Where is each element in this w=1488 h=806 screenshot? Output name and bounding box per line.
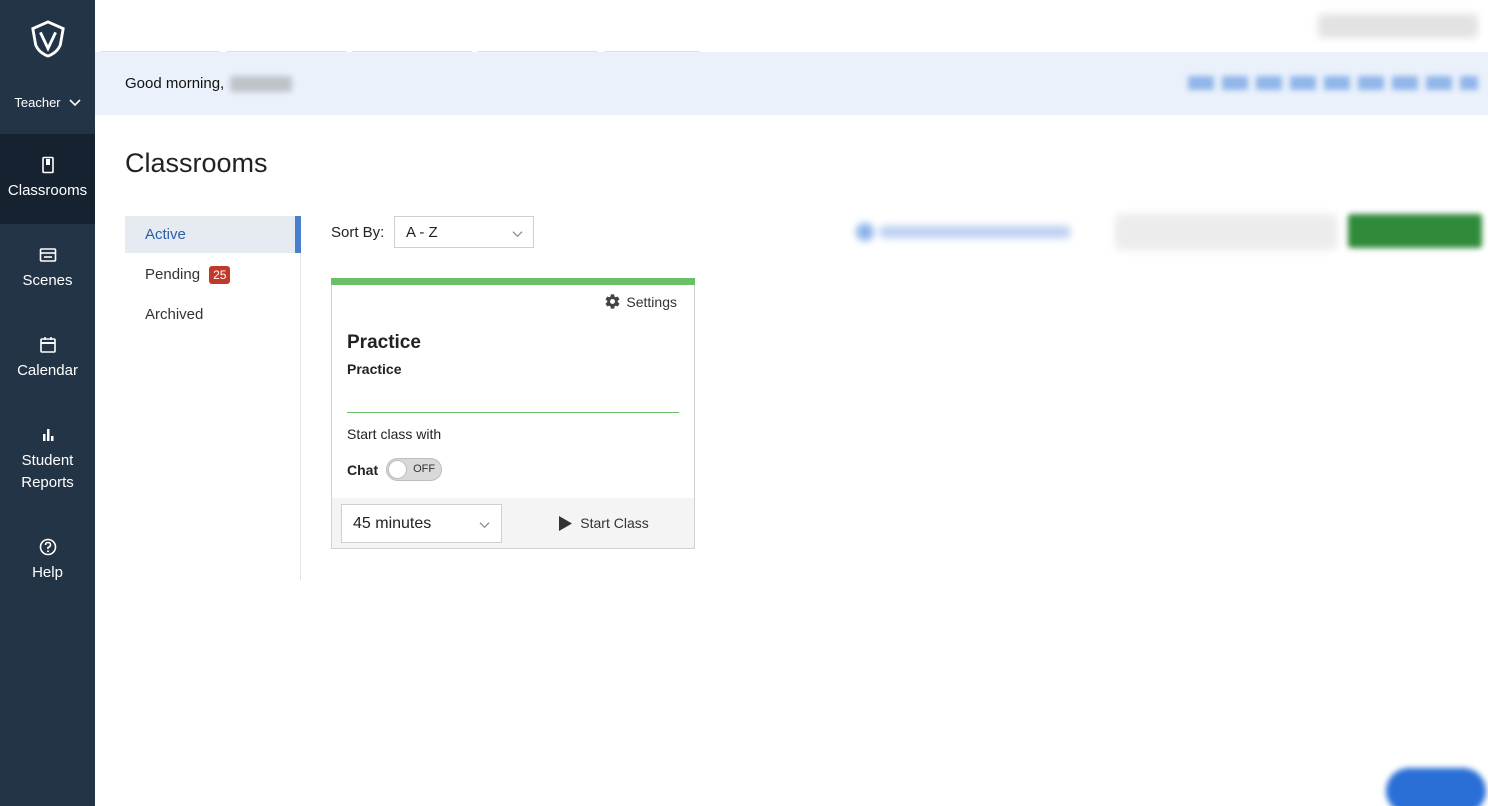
role-label: Teacher	[14, 94, 61, 110]
sidebar-item-label: Student Reports	[21, 452, 74, 491]
sort-label: Sort By:	[331, 224, 385, 241]
toggle-state: OFF	[413, 463, 436, 475]
chevron-down-icon	[69, 99, 81, 107]
greeting-bar: Good morning,	[95, 52, 1488, 115]
settings-button[interactable]: Settings	[604, 293, 677, 310]
sidebar-item-label: Calendar	[17, 362, 78, 379]
greeting-text: Good morning,	[125, 75, 225, 92]
blurred-primary-button[interactable]	[1348, 214, 1482, 248]
sidebar-item-calendar[interactable]: Calendar	[0, 314, 95, 404]
toggle-knob	[388, 460, 408, 479]
classroom-card: Settings Practice Practice Start class w…	[331, 278, 695, 549]
page-title: Classrooms	[125, 148, 268, 178]
classroom-subtitle: Practice	[347, 361, 402, 377]
book-icon	[41, 156, 54, 174]
chat-label: Chat	[347, 461, 379, 478]
tab-label: Pending	[145, 266, 201, 283]
chevron-down-icon	[479, 522, 490, 529]
greeting-links[interactable]	[1188, 76, 1478, 90]
start-with-label: Start class with	[347, 426, 442, 442]
gear-icon	[605, 294, 620, 309]
role-switcher[interactable]: Teacher	[0, 90, 95, 114]
card-footer: 45 minutes Start Class	[332, 498, 694, 548]
start-class-button[interactable]: Start Class	[514, 498, 694, 548]
redacted-user-name	[230, 75, 293, 92]
sidebar-item-label: Help	[32, 564, 63, 581]
tab-active[interactable]: Active	[125, 216, 301, 253]
classroom-status-nav: Active Pending 25 Archived	[125, 216, 301, 580]
blurred-secondary-button[interactable]	[1115, 214, 1337, 250]
start-class-label: Start Class	[580, 515, 649, 531]
classroom-name: Practice	[347, 332, 421, 353]
sidebar-item-help[interactable]: Help	[0, 516, 95, 606]
tab-archived[interactable]: Archived	[125, 296, 300, 333]
chat-toggle[interactable]: OFF	[386, 458, 443, 481]
help-chat-button[interactable]	[1386, 768, 1486, 806]
blurred-action-link[interactable]	[856, 218, 1080, 246]
tab-label: Archived	[145, 306, 204, 323]
chevron-down-icon	[512, 231, 523, 238]
sort-value: A - Z	[406, 223, 438, 241]
tab-label: Active	[145, 226, 186, 243]
sidebar-item-student-reports[interactable]: Student Reports	[0, 404, 95, 514]
duration-value: 45 minutes	[353, 514, 432, 532]
help-icon	[39, 538, 56, 556]
sidebar-item-scenes[interactable]: Scenes	[0, 224, 95, 314]
play-icon	[559, 515, 573, 531]
sidebar: Teacher Classrooms Scenes Calendar Stude…	[0, 0, 95, 806]
sort-select[interactable]: A - Z	[394, 216, 534, 248]
user-menu[interactable]	[1318, 14, 1478, 38]
card-accent-bar	[331, 278, 695, 285]
chat-option: Chat OFF	[347, 458, 443, 481]
shield-logo-icon[interactable]	[29, 20, 67, 58]
settings-label: Settings	[626, 293, 677, 310]
greeting: Good morning,	[125, 75, 293, 92]
scenes-icon	[39, 248, 56, 262]
pending-count-badge: 25	[209, 265, 231, 284]
bar-chart-icon	[42, 429, 53, 441]
sidebar-item-classrooms[interactable]: Classrooms	[0, 134, 95, 224]
tab-pending[interactable]: Pending 25	[125, 256, 300, 293]
calendar-icon	[39, 337, 56, 353]
card-divider	[347, 412, 679, 413]
duration-select[interactable]: 45 minutes	[341, 504, 502, 543]
sidebar-item-label: Classrooms	[7, 182, 88, 199]
top-bar	[95, 0, 1488, 53]
sidebar-item-label: Scenes	[22, 272, 73, 289]
